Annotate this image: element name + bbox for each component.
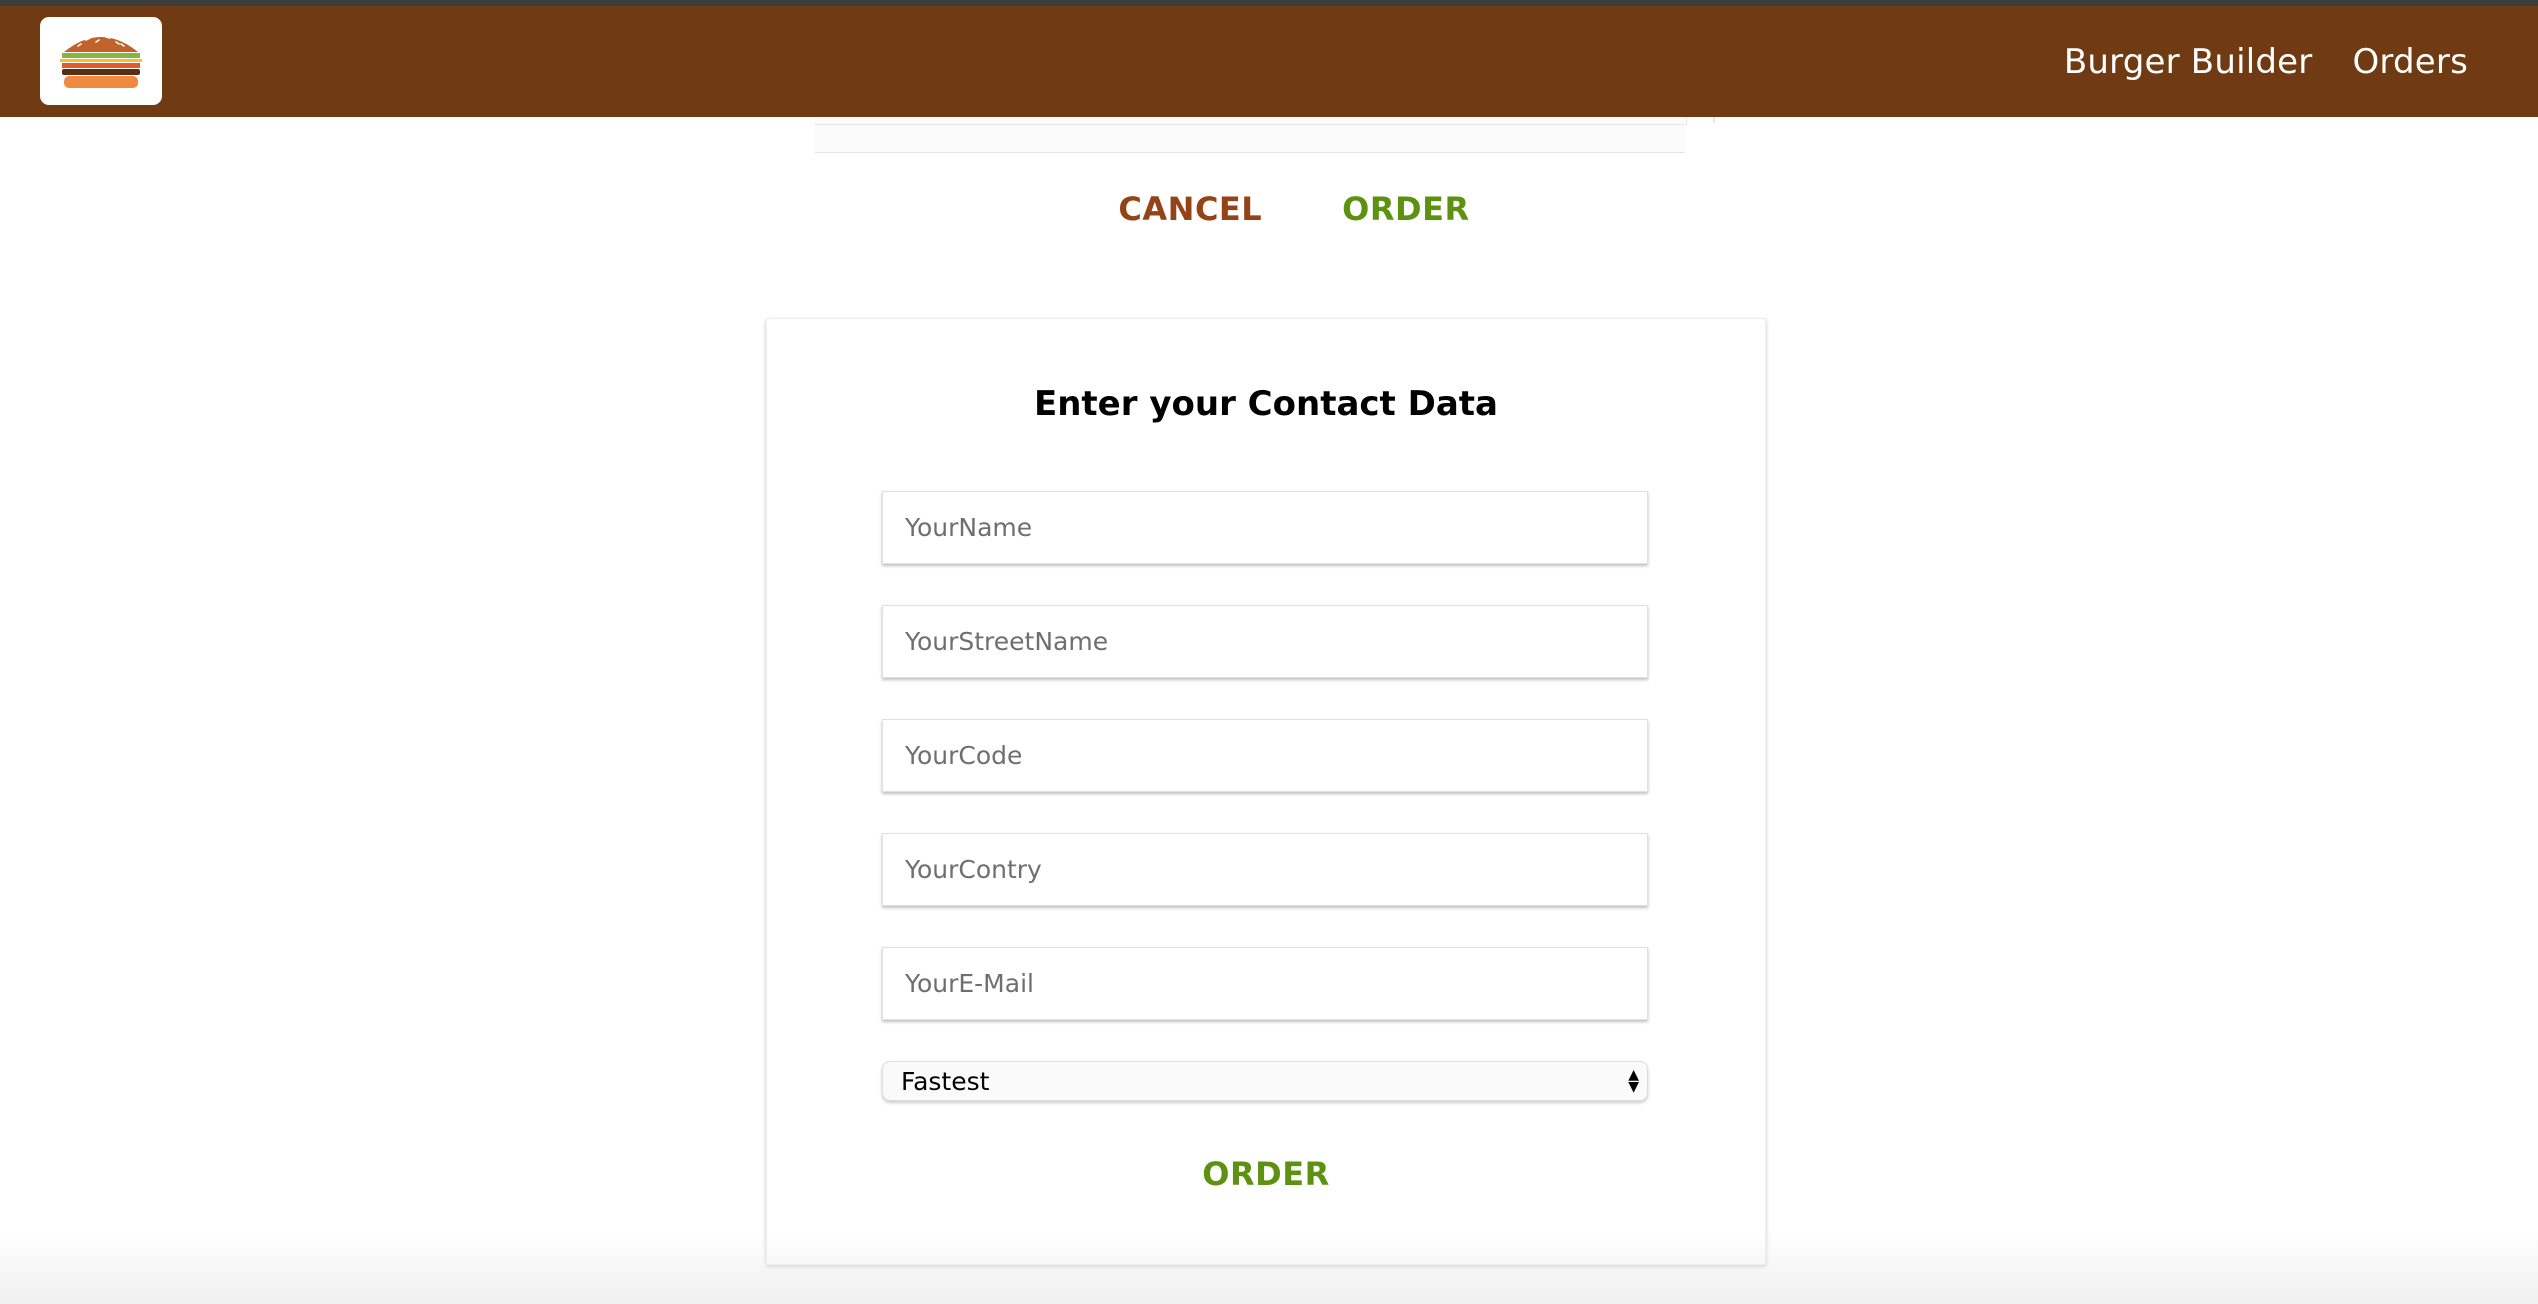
name-input[interactable] xyxy=(882,491,1648,564)
contact-data-title: Enter your Contact Data xyxy=(1034,384,1498,424)
order-summary-divider xyxy=(815,117,1687,125)
burger-logo-icon[interactable] xyxy=(40,17,162,105)
select-arrows-icon: ▲ ▼ xyxy=(1628,1067,1639,1095)
main-nav: Burger Builder Orders xyxy=(2064,6,2468,117)
email-input[interactable] xyxy=(882,947,1648,1020)
order-summary-edge xyxy=(1713,117,1715,123)
delivery-method-value: Fastest xyxy=(901,1066,990,1096)
card-order-wrapper: ORDER xyxy=(767,1155,1765,1193)
continue-order-button[interactable]: ORDER xyxy=(1342,190,1469,228)
summary-actions: CANCEL ORDER xyxy=(0,190,2538,228)
nav-orders[interactable]: Orders xyxy=(2352,42,2468,82)
nav-burger-builder[interactable]: Burger Builder xyxy=(2064,42,2313,82)
street-input[interactable] xyxy=(882,605,1648,678)
order-submit-button[interactable]: ORDER xyxy=(1202,1155,1329,1193)
toolbar: Burger Builder Orders xyxy=(0,6,2538,117)
zip-code-input[interactable] xyxy=(882,719,1648,792)
page: Burger Builder Orders CANCEL ORDER Enter… xyxy=(0,0,2538,1304)
contact-data-card: Enter your Contact Data Fastest ▲▼ ORDER xyxy=(766,318,1766,1265)
delivery-method-select[interactable]: Fastest ▲ ▼ xyxy=(882,1061,1648,1101)
country-input[interactable] xyxy=(882,833,1648,906)
burger-logo-graphic xyxy=(60,36,142,88)
cancel-button[interactable]: CANCEL xyxy=(1118,190,1262,228)
